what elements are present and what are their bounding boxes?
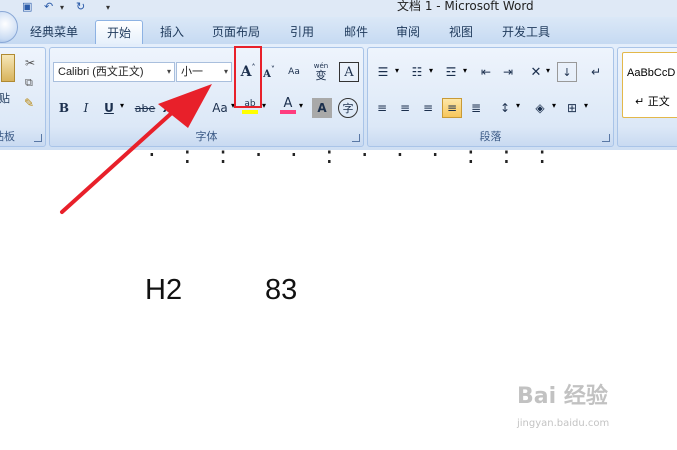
style-normal[interactable]: AaBbCcD ↵ 正文 [622,52,677,118]
style-normal-label: ↵ 正文 [635,95,670,108]
asian-layout-icon[interactable]: ✕ [526,62,546,82]
title-bar: ▣ ↶ ▾ ↻ ▾ 文档 1 - Microsoft Word [0,0,677,17]
ribbon-tabs: 经典菜单 开始 插入 页面布局 引用 邮件 审阅 视图 开发工具 [0,11,677,45]
decrease-indent-icon[interactable]: ⇤ [476,62,496,82]
redo-icon[interactable]: ↻ [76,0,85,13]
tab-review[interactable]: 审阅 [396,23,420,40]
sort-icon[interactable]: ↓ [557,62,577,82]
change-case-button[interactable]: Aa [208,98,232,118]
chevron-down-icon: ▾ [166,67,171,76]
baidu-watermark: Bai 经验 jingyan.baidu.com [517,378,667,448]
justify-icon[interactable]: ≡ [442,98,462,118]
tab-page-layout[interactable]: 页面布局 [212,23,260,40]
watermark-url: jingyan.baidu.com [517,418,610,429]
shading-icon[interactable]: ◈ [530,98,550,118]
align-center-icon[interactable]: ≡ [395,98,415,118]
font-name-combo[interactable]: Calibri (西文正文) ▾ [53,62,175,82]
font-size-combo[interactable]: 小一 ▾ [176,62,232,82]
paragraph-launcher-icon[interactable] [602,134,610,142]
superscript-button[interactable]: x2 [181,98,201,118]
strikethrough-button[interactable]: abe [134,98,156,118]
show-marks-icon[interactable]: ↵ [586,62,606,82]
clear-formatting-button[interactable]: Aa [283,62,305,82]
paragraph-group: ☰ ▾ ☷ ▾ ☲ ▾ ⇤ ⇥ ✕ ▾ ↓ ↵ ≡ ≡ ≡ ≡ ≣ ↕ ▾ ◈ … [367,47,614,147]
character-border-button[interactable]: A [339,62,359,82]
ribbon: 贴 ✂ ⧉ ✎ 贴板 Calibri (西文正文) ▾ 小一 ▾ A˄ A˅ A… [0,44,677,150]
font-color-button[interactable]: A [278,96,298,116]
tab-references[interactable]: 引用 [290,23,314,40]
undo-icon[interactable]: ↶ [44,0,53,13]
copy-icon[interactable]: ⧉ [25,76,33,90]
borders-dropdown-icon[interactable]: ▾ [584,101,588,110]
document-text-h2[interactable]: H2 [145,274,182,307]
watermark-logo: Bai 经验 [517,384,608,409]
tab-view[interactable]: 视图 [449,23,473,40]
customize-qat-icon[interactable]: ▾ [106,3,110,15]
align-left-icon[interactable]: ≡ [372,98,392,118]
subscript-icon: 2 [170,104,176,112]
asian-layout-dropdown-icon[interactable]: ▾ [546,66,550,75]
pinyin-guide-button[interactable]: wén 变 [309,61,333,81]
save-icon[interactable]: ▣ [22,0,32,13]
clipboard-group: 贴 ✂ ⧉ ✎ 贴板 [0,47,46,147]
font-name-value: Calibri (西文正文) [58,66,144,78]
format-painter-icon[interactable]: ✎ [24,96,34,110]
bullets-icon[interactable]: ☰ [372,62,394,82]
align-right-icon[interactable]: ≡ [418,98,438,118]
borders-icon[interactable]: ⊞ [562,98,582,118]
clear-formatting-icon: Aa [288,67,300,77]
line-spacing-dropdown-icon[interactable]: ▾ [516,101,520,110]
clipboard-launcher-icon[interactable] [34,134,42,142]
highlight-color-swatch [242,109,258,114]
character-shading-button[interactable]: A [312,98,332,118]
shrink-font-button[interactable]: A ˅ [259,64,279,84]
tab-mailings[interactable]: 邮件 [344,23,368,40]
distributed-icon[interactable]: ≣ [466,98,486,118]
tab-home[interactable]: 开始 [95,20,144,44]
line-spacing-icon[interactable]: ↕ [495,98,515,118]
cut-icon[interactable]: ✂ [25,56,35,70]
tab-insert[interactable]: 插入 [160,23,184,40]
font-color-dropdown-icon[interactable]: ▾ [299,101,303,110]
subscript-button[interactable]: x2 [159,98,179,118]
document-text-83[interactable]: 83 [265,274,297,307]
window-title: 文档 1 - Microsoft Word [397,0,534,13]
chevron-down-icon: ▾ [223,67,228,76]
bold-button[interactable]: B [54,98,74,118]
pinyin-icon: 变 [315,69,327,82]
annotation-highlight-box [234,46,262,108]
shading-dropdown-icon[interactable]: ▾ [552,101,556,110]
underline-dropdown-icon[interactable]: ▾ [120,101,124,110]
style-normal-preview: AaBbCcD [627,67,676,79]
partial-text-line: · : : · · : · · · : : : [148,141,557,169]
enclose-characters-button[interactable]: 字 [338,98,358,118]
font-group: Calibri (西文正文) ▾ 小一 ▾ A ˄ A ˅ Aa wén 变 A B… [49,47,364,147]
paste-icon[interactable] [1,54,15,82]
bullets-dropdown-icon[interactable]: ▾ [395,66,399,75]
multilevel-list-icon[interactable]: ☲ [440,62,462,82]
font-size-value: 小一 [181,66,203,78]
increase-indent-icon[interactable]: ⇥ [498,62,518,82]
underline-button[interactable]: U [99,98,119,118]
undo-dropdown-icon[interactable]: ▾ [60,3,64,15]
highlight-dropdown-icon[interactable]: ▾ [262,101,266,110]
numbering-dropdown-icon[interactable]: ▾ [429,66,433,75]
multilevel-dropdown-icon[interactable]: ▾ [463,66,467,75]
italic-button[interactable]: I [76,98,96,118]
numbering-icon[interactable]: ☷ [406,62,428,82]
shrink-font-icon: ˅ [270,64,275,74]
superscript-icon: 2 [192,104,198,112]
font-color-swatch [280,110,296,114]
paste-button[interactable]: 贴 [0,90,10,106]
tab-classic-menu[interactable]: 经典菜单 [30,23,78,40]
tab-developer[interactable]: 开发工具 [502,23,550,40]
